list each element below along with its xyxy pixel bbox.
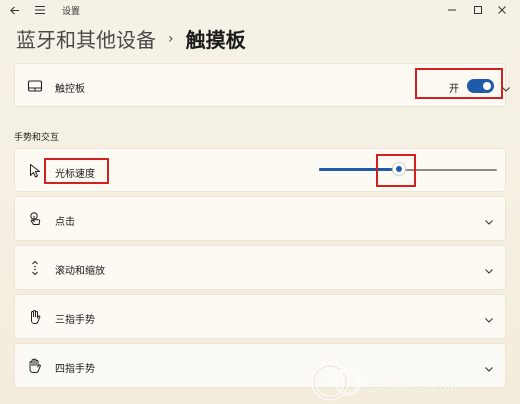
- pointer-speed-slider[interactable]: [319, 163, 497, 175]
- window-title: 设置: [62, 7, 81, 17]
- toggle-knob: [483, 82, 491, 90]
- chevron-down-icon: [483, 213, 495, 225]
- touchpad-icon: [27, 78, 43, 94]
- watermark: DadiGhost.com: [308, 358, 518, 402]
- section-heading: 手势和交互: [14, 133, 60, 143]
- minimize-icon[interactable]: [444, 2, 460, 18]
- card-four-finger-label: 四指手势: [55, 364, 95, 375]
- scroll-icon: [27, 260, 43, 276]
- page-title: 触摸板: [185, 28, 246, 52]
- card-three-finger-label: 三指手势: [55, 315, 95, 326]
- touchpad-card[interactable]: 触控板 开: [14, 63, 510, 107]
- back-arrow-icon[interactable]: [6, 2, 22, 18]
- card-three-finger[interactable]: 三指手势: [14, 294, 506, 339]
- touchpad-toggle-group[interactable]: 开: [429, 71, 519, 101]
- breadcrumb-parent[interactable]: 蓝牙和其他设备: [16, 24, 156, 53]
- watermark-text: DadiGhost.com: [368, 380, 458, 395]
- breadcrumb-separator-icon: ›: [168, 30, 174, 47]
- maximize-icon[interactable]: [470, 2, 486, 18]
- menu-icon[interactable]: [32, 2, 48, 18]
- chevron-down-icon[interactable]: [500, 80, 512, 92]
- slider-thumb[interactable]: [393, 163, 405, 175]
- card-tap[interactable]: 点击: [14, 196, 506, 241]
- chevron-down-icon: [483, 311, 495, 323]
- cursor-icon: [27, 163, 43, 179]
- touchpad-label: 触控板: [55, 84, 85, 95]
- three-finger-hand-icon: [27, 309, 43, 325]
- pointer-speed-label: 光标速度: [55, 169, 95, 180]
- breadcrumb: 蓝牙和其他设备 › 触摸板: [16, 24, 246, 53]
- watermark-logo-icon: [311, 363, 362, 401]
- card-scroll-zoom[interactable]: 滚动和缩放: [14, 245, 506, 290]
- four-finger-hand-icon: [27, 358, 43, 374]
- card-scroll-zoom-label: 滚动和缩放: [55, 266, 105, 277]
- touchpad-toggle[interactable]: [467, 79, 494, 93]
- tap-icon: [27, 211, 43, 227]
- title-bar: 设置: [0, 0, 520, 20]
- close-icon[interactable]: [494, 2, 510, 18]
- pointer-speed-card: 光标速度: [14, 148, 506, 192]
- toggle-state-text: 开: [449, 84, 459, 95]
- slider-fill: [319, 168, 399, 171]
- card-tap-label: 点击: [55, 217, 75, 228]
- chevron-down-icon: [483, 262, 495, 274]
